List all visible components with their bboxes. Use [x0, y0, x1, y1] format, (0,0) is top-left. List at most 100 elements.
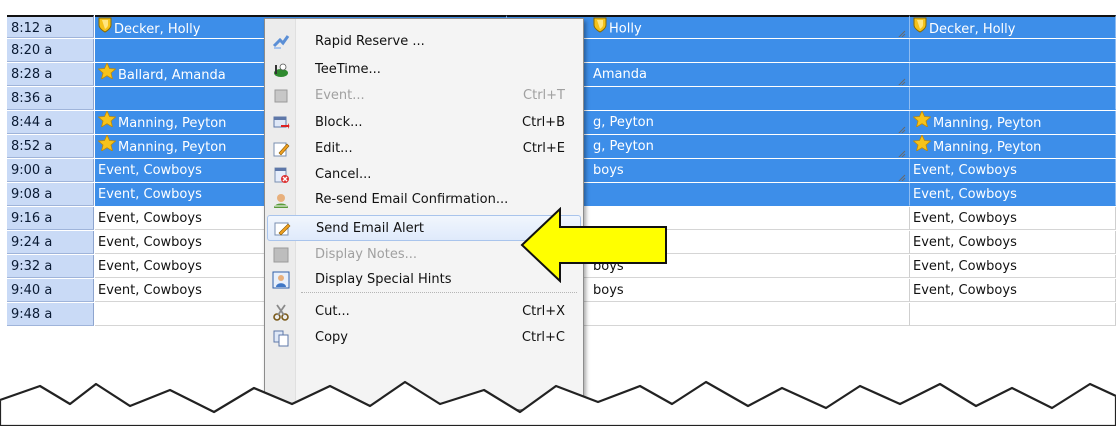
menu-item-cut[interactable]: Cut... Ctrl+X	[267, 299, 581, 325]
booking-cell[interactable]	[910, 87, 1116, 110]
booking-name: Manning, Peyton	[118, 139, 227, 155]
menu-item-shortcut: Ctrl+X	[522, 304, 565, 319]
notes-icon	[272, 246, 290, 264]
booking-cell[interactable]: Event, Cowboys	[910, 159, 1116, 182]
time-slot-label[interactable]: 9:24 a	[7, 231, 94, 254]
time-slot-label[interactable]: 9:32 a	[7, 255, 94, 278]
resize-grip-icon[interactable]	[896, 25, 906, 37]
booking-name: Decker, Holly	[114, 21, 201, 37]
menu-item-label: Display Notes...	[315, 247, 417, 262]
resize-grip-icon[interactable]	[896, 169, 906, 181]
time-slot-label[interactable]: 8:28 a	[7, 63, 94, 86]
booking-name: boys	[593, 283, 624, 298]
time-slot-label[interactable]: 8:44 a	[7, 111, 94, 134]
star-icon	[912, 111, 932, 133]
booking-cell[interactable]: Event, Cowboys	[910, 231, 1116, 254]
booking-name: Ballard, Amanda	[118, 67, 226, 83]
special-hints-icon	[272, 271, 290, 289]
menu-item-shortcut: Ctrl+C	[521, 330, 565, 345]
time-slot-label[interactable]: 9:40 a	[7, 279, 94, 302]
block-icon	[272, 114, 290, 132]
menu-item-edit[interactable]: Edit... Ctrl+E	[267, 136, 581, 162]
time-slot-label[interactable]: 8:20 a	[7, 39, 94, 62]
booking-cell[interactable]: Manning, Peyton	[910, 135, 1116, 158]
menu-item-label: Send Email Alert	[316, 221, 425, 236]
shield-icon	[593, 17, 607, 37]
booking-cell[interactable]: Decker, Holly	[910, 15, 1116, 38]
star-icon	[912, 135, 932, 157]
menu-item-event[interactable]: Event... Ctrl+T	[267, 83, 581, 109]
booking-cell[interactable]: Event, Cowboys	[910, 279, 1116, 302]
time-slot-label[interactable]: 8:12 a	[7, 15, 94, 38]
booking-name: g, Peyton	[593, 115, 654, 130]
booking-cell[interactable]	[910, 63, 1116, 86]
booking-name: Event, Cowboys	[98, 283, 202, 298]
time-slot-label[interactable]: 8:36 a	[7, 87, 94, 110]
booking-name: g, Peyton	[593, 139, 654, 154]
email-confirmation-icon	[272, 191, 290, 209]
star-icon	[97, 135, 117, 157]
golf-tee-icon	[272, 61, 290, 79]
booking-cell[interactable]: Manning, Peyton	[910, 111, 1116, 134]
booking-name: Event, Cowboys	[98, 211, 202, 226]
menu-item-shortcut: Ctrl+B	[522, 115, 565, 130]
booking-cell[interactable]: Event, Cowboys	[910, 207, 1116, 230]
time-slot-label[interactable]: 9:16 a	[7, 207, 94, 230]
booking-name: Holly	[609, 21, 642, 37]
booking-name: Event, Cowboys	[98, 259, 202, 274]
resize-grip-icon[interactable]	[896, 121, 906, 133]
cut-icon	[272, 303, 290, 321]
booking-name: Event, Cowboys	[913, 235, 1017, 250]
time-slot-label[interactable]: 8:52 a	[7, 135, 94, 158]
menu-item-label: Copy	[315, 330, 348, 345]
menu-item-shortcut: Ctrl+T	[523, 88, 565, 103]
booking-cell[interactable]: Event, Cowboys	[910, 183, 1116, 206]
time-slot-label[interactable]: 9:08 a	[7, 183, 94, 206]
star-icon	[97, 111, 117, 133]
booking-name: Event, Cowboys	[913, 211, 1017, 226]
booking-name: Event, Cowboys	[98, 235, 202, 250]
booking-name: Decker, Holly	[929, 21, 1016, 37]
menu-item-label: Block...	[315, 115, 363, 130]
menu-item-label: Rapid Reserve ...	[315, 34, 425, 49]
email-alert-icon	[273, 220, 291, 238]
torn-paper-edge	[0, 380, 1116, 426]
star-icon	[97, 63, 117, 85]
booking-name: Manning, Peyton	[933, 139, 1042, 155]
menu-item-label: Display Special Hints	[315, 272, 452, 287]
resize-grip-icon[interactable]	[896, 145, 906, 157]
menu-item-rapid-reserve[interactable]: Rapid Reserve ...	[267, 29, 581, 55]
menu-item-cancel[interactable]: Cancel...	[267, 162, 581, 188]
booking-name: Event, Cowboys	[913, 163, 1017, 178]
menu-item-label: Edit...	[315, 141, 353, 156]
menu-separator	[301, 292, 577, 293]
booking-name: Manning, Peyton	[118, 115, 227, 131]
menu-item-label: Cancel...	[315, 167, 372, 182]
booking-name: Event, Cowboys	[913, 259, 1017, 274]
shield-icon	[98, 17, 112, 37]
menu-item-teetime[interactable]: TeeTime...	[267, 57, 581, 83]
edit-icon	[272, 140, 290, 158]
booking-cell[interactable]: Event, Cowboys	[910, 255, 1116, 278]
menu-item-block[interactable]: Block... Ctrl+B	[267, 110, 581, 136]
booking-name: Amanda	[593, 67, 647, 82]
copy-icon	[272, 329, 290, 347]
rapid-reserve-icon	[272, 33, 290, 51]
menu-item-label: TeeTime...	[315, 62, 381, 77]
time-slot-label[interactable]: 9:00 a	[7, 159, 94, 182]
booking-cell[interactable]	[910, 303, 1116, 326]
booking-name: Manning, Peyton	[933, 115, 1042, 131]
shield-icon	[913, 17, 927, 37]
tee-sheet-screenshot: 8:12 a Decker, Holly Holly Decker, Holly 8:2…	[0, 0, 1116, 426]
booking-name: Event, Cowboys	[913, 187, 1017, 202]
event-icon	[272, 87, 290, 105]
booking-cell[interactable]	[910, 39, 1116, 62]
menu-item-label: Re-send Email Confirmation...	[315, 192, 509, 207]
menu-item-label: Event...	[315, 88, 365, 103]
booking-name: Event, Cowboys	[98, 187, 202, 202]
yellow-callout-arrow-icon	[520, 207, 667, 283]
cancel-icon	[272, 166, 290, 184]
menu-item-copy[interactable]: Copy Ctrl+C	[267, 325, 581, 351]
time-slot-label[interactable]: 9:48 a	[7, 303, 94, 326]
resize-grip-icon[interactable]	[896, 73, 906, 85]
